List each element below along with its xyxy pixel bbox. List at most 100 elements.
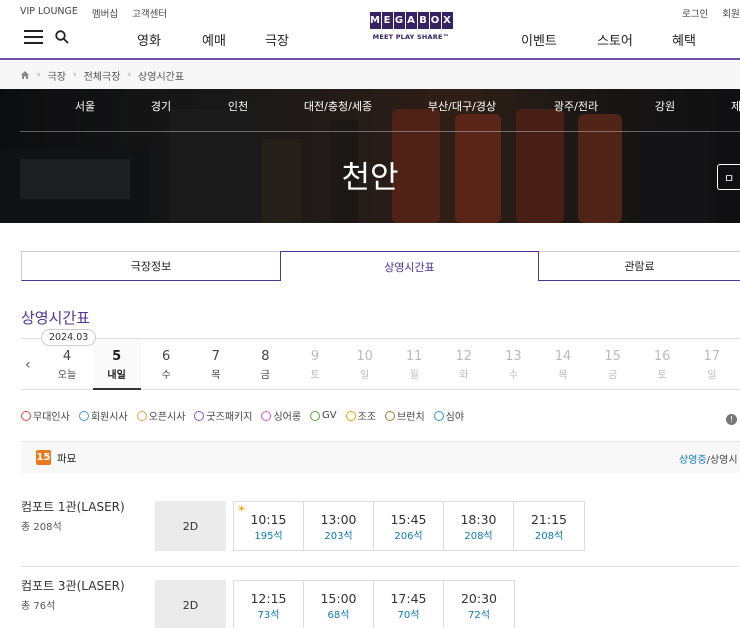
membership-link[interactable]: 멤버십 (92, 6, 118, 20)
legend-icon (194, 410, 205, 421)
gnb-theater[interactable]: 극장 (265, 30, 289, 49)
customer-center-link[interactable]: 고객센터 (132, 6, 167, 20)
screen-name: 컴포트 3관(LASER) (21, 579, 125, 593)
showtime-time: 21:15 (530, 512, 568, 527)
gnb-booking[interactable]: 예매 (202, 30, 226, 49)
showtime-seats: 206석 (394, 531, 423, 542)
date-number: 8 (261, 349, 270, 364)
region-divider (20, 131, 740, 132)
search-icon[interactable] (55, 30, 69, 44)
date-item: 16 토 (638, 339, 686, 390)
showtime-button[interactable]: 21:15 208석 (514, 502, 584, 550)
showtime-seats: 68석 (327, 610, 350, 621)
month-badge: 2024.03 (41, 329, 97, 346)
region-tab-seoul[interactable]: 서울 (75, 98, 95, 114)
gnb-event[interactable]: 이벤트 (521, 30, 557, 49)
region-tab-gangwon[interactable]: 강원 (655, 98, 675, 114)
legend-label: 브런치 (397, 412, 425, 423)
gnb-benefit[interactable]: 혜택 (672, 30, 696, 49)
theater-tabs: 극장정보 상영시간표 관람료 (21, 251, 740, 281)
legend-item: 싱어롱 (261, 408, 301, 423)
breadcrumb-all-theaters[interactable]: 전체극장 (84, 68, 121, 83)
date-item: 15 금 (589, 339, 637, 390)
date-item[interactable]: 6수 (142, 339, 190, 390)
date-day: 월 (409, 370, 419, 381)
date-item: 11 월 (390, 339, 438, 390)
showtime-list: 12:15 73석 15:00 68석 17:45 70석 20:30 72석 (233, 580, 515, 628)
date-day: 토 (310, 370, 320, 381)
region-tab-jeju[interactable]: 제 (731, 98, 740, 114)
date-number: 13 (505, 349, 522, 364)
login-link[interactable]: 로그인 (682, 6, 708, 20)
date-day: 화 (459, 370, 469, 381)
chevron-right-icon: › (73, 70, 77, 80)
breadcrumb-schedule[interactable]: 상영시간표 (138, 68, 184, 83)
breadcrumb-theater[interactable]: 극장 (48, 68, 66, 83)
movie-title[interactable]: 파묘 (57, 451, 76, 466)
date-number: 16 (653, 349, 671, 364)
date-number: 4 (62, 349, 72, 364)
home-icon[interactable] (20, 70, 30, 80)
info-icon[interactable]: ! (726, 414, 737, 425)
logo-letter: G (393, 12, 405, 29)
tab-theater-info[interactable]: 극장정보 (21, 251, 280, 281)
util-links-right: 로그인 회원가입 (682, 6, 740, 20)
region-tab-gwangju[interactable]: 광주/전라 (554, 98, 598, 114)
age-rating-badge: 15 (36, 450, 51, 465)
showtime-time: 15:45 (390, 512, 427, 527)
date-day: 일 (707, 370, 717, 381)
screen-format: 2D (155, 501, 226, 551)
movie-header: 15 파묘 상영중/상영시 (21, 441, 740, 473)
logo-tagline: MEET PLAY SHARE™ (372, 33, 450, 41)
date-number: 9 (310, 349, 320, 364)
region-tab-daejeon[interactable]: 대전/충청/세종 (304, 98, 372, 114)
legend-item: 무대인사 (21, 408, 70, 423)
showtime-button[interactable]: 17:45 70석 (374, 581, 444, 628)
screen-name: 컴포트 1관(LASER) (21, 500, 125, 514)
tab-price[interactable]: 관람료 (539, 251, 740, 281)
date-day: 목 (558, 370, 568, 381)
movie-status: 상영중/상영시 (679, 451, 738, 466)
showtime-button[interactable]: 18:30 208석 (444, 502, 514, 550)
hamburger-menu-icon[interactable] (24, 30, 43, 44)
logo-letters: M E G A B O X (361, 12, 461, 29)
date-item[interactable]: 4 오늘 (43, 339, 91, 390)
legend-label: 회원시사 (90, 412, 128, 423)
region-tab-gyeonggi[interactable]: 경기 (151, 98, 171, 114)
vip-lounge-link[interactable]: VIP LOUNGE (20, 6, 78, 20)
showtime-button[interactable]: 15:45 206석 (374, 502, 444, 550)
hero-action-button[interactable]: ㅁ (717, 164, 740, 190)
legend-icon (136, 410, 147, 421)
gnb-movie[interactable]: 영화 (137, 30, 161, 49)
logo-letter: O (429, 12, 441, 29)
util-links-left: VIP LOUNGE 멤버십 고객센터 (20, 6, 167, 20)
date-item[interactable]: 8금 (241, 339, 289, 390)
chevron-left-icon[interactable]: ‹ (25, 357, 31, 373)
gnb-store[interactable]: 스토어 (597, 30, 633, 49)
date-item[interactable]: 5 내일 (92, 339, 141, 390)
showtime-seats: 203석 (324, 531, 353, 542)
showtime-button[interactable]: 15:00 68석 (304, 581, 374, 628)
showtime-button[interactable]: 13:00 203석 (304, 502, 374, 550)
date-item: 10 일 (341, 339, 389, 390)
date-number: 12 (455, 349, 473, 364)
showtime-button[interactable]: 20:30 72석 (444, 581, 514, 628)
date-item[interactable]: 7목 (192, 339, 240, 390)
region-tab-incheon[interactable]: 인천 (228, 98, 248, 114)
showtime-button[interactable]: 12:15 73석 (234, 581, 304, 628)
tab-schedule[interactable]: 상영시간표 (280, 251, 539, 281)
megabox-logo[interactable]: M E G A B O X MEET PLAY SHARE™ (361, 12, 461, 41)
region-tabs: 서울 경기 인천 대전/충청/세종 부산/대구/경상 광주/전라 강원 제 (0, 98, 740, 122)
region-tab-busan[interactable]: 부산/대구/경상 (428, 98, 496, 114)
showtime-seats: 73석 (257, 610, 280, 621)
showtime-button[interactable]: ☀ 10:15 195석 (234, 502, 304, 550)
date-number: 6 (162, 349, 171, 364)
date-day: 금 (260, 370, 270, 381)
showtime-seats: 195석 (254, 531, 283, 542)
showtime-seats: 72석 (468, 610, 490, 621)
signup-link[interactable]: 회원가입 (722, 6, 740, 20)
chevron-right-icon: › (37, 70, 41, 80)
row-divider (21, 566, 740, 567)
date-item: 14 목 (539, 339, 587, 390)
showtime-list: ☀ 10:15 195석 13:00 203석 15:45 206석 18:30 208석 21:… (233, 501, 585, 551)
